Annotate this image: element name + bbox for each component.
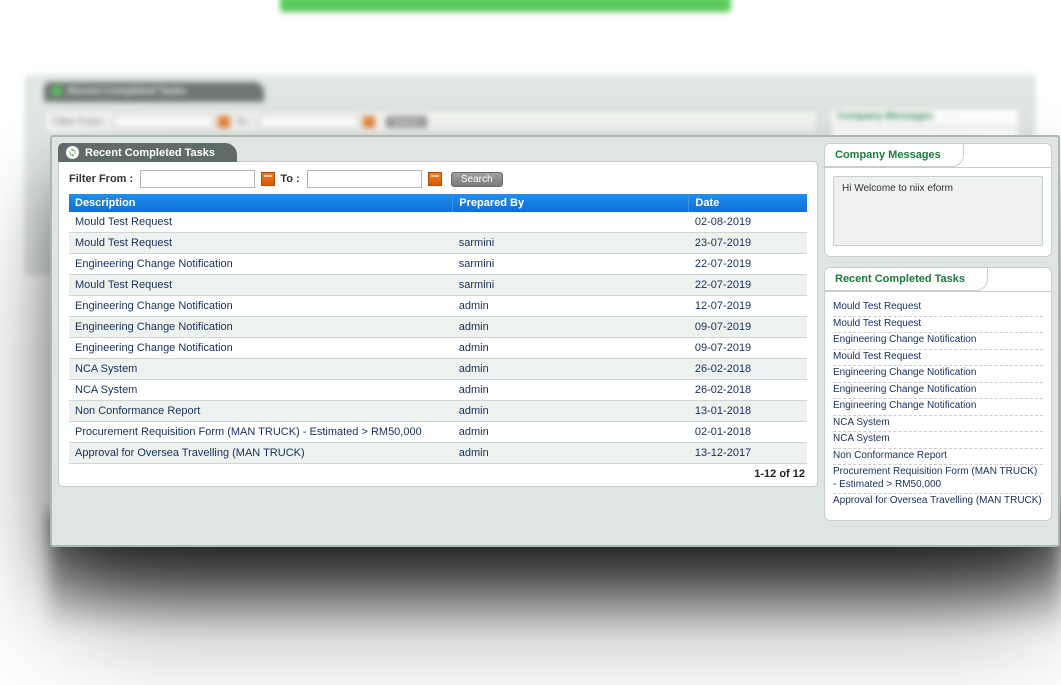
table-row: Engineering Change Notification sarmini22… [69, 254, 807, 275]
task-link[interactable]: Mould Test Request [75, 237, 172, 249]
table-row: Engineering Change Notification admin09-0… [69, 338, 807, 359]
list-item[interactable]: NCA System [833, 416, 1043, 433]
back-panel-tab: Recent Completed Tasks [44, 82, 264, 102]
task-prepared-by: sarmini [453, 233, 689, 254]
table-row: Mould Test Request 02-08-2019 [69, 212, 807, 233]
task-link[interactable]: NCA System [75, 384, 137, 396]
panel-tab-recent-completed: Recent Completed Tasks [58, 143, 237, 162]
pager: 1-12 of 12 [69, 464, 807, 480]
recent-tasks-list: Mould Test RequestMould Test RequestEngi… [833, 300, 1043, 510]
list-item[interactable]: Mould Test Request [833, 350, 1043, 367]
list-item[interactable]: Engineering Change Notification [833, 366, 1043, 383]
company-messages-title: Company Messages [825, 144, 964, 167]
table-row: Non Conformance Report admin13-01-2018 [69, 401, 807, 422]
table-row: Engineering Change Notification admin09-0… [69, 317, 807, 338]
task-link[interactable]: Engineering Change Notification [75, 342, 233, 354]
task-prepared-by: admin [453, 317, 689, 338]
filter-from-label: Filter From : [69, 173, 133, 185]
task-prepared-by: admin [453, 296, 689, 317]
task-prepared-by: admin [453, 359, 689, 380]
list-item[interactable]: Engineering Change Notification [833, 333, 1043, 350]
front-window: Recent Completed Tasks Filter From : To … [50, 135, 1060, 547]
task-link[interactable]: Engineering Change Notification [75, 258, 233, 270]
refresh-icon[interactable] [66, 146, 79, 159]
back-filter-row: Filter From : To : Search [44, 110, 818, 134]
task-prepared-by: sarmini [453, 275, 689, 296]
side-column: Company Messages Hi Welcome to niix efor… [824, 143, 1052, 531]
table-row: NCA System admin26-02-2018 [69, 380, 807, 401]
list-item[interactable]: Procurement Requisition Form (MAN TRUCK)… [833, 465, 1043, 494]
task-date: 13-12-2017 [689, 443, 807, 464]
task-link[interactable]: Procurement Requisition Form (MAN TRUCK)… [75, 426, 422, 438]
filter-row: Filter From : To : Search [69, 170, 807, 188]
calendar-from-icon[interactable] [261, 172, 275, 186]
search-button[interactable]: Search [451, 172, 503, 187]
panel-title: Recent Completed Tasks [85, 147, 215, 159]
col-date[interactable]: Date [689, 194, 807, 212]
task-date: 23-07-2019 [689, 233, 807, 254]
list-item[interactable]: Non Conformance Report [833, 449, 1043, 466]
task-link[interactable]: NCA System [75, 363, 137, 375]
task-date: 22-07-2019 [689, 254, 807, 275]
task-prepared-by: sarmini [453, 254, 689, 275]
table-row: Mould Test Request sarmini23-07-2019 [69, 233, 807, 254]
back-green-bar [280, 0, 731, 12]
table-row: Engineering Change Notification admin12-0… [69, 296, 807, 317]
task-date: 09-07-2019 [689, 338, 807, 359]
task-link[interactable]: Engineering Change Notification [75, 321, 233, 333]
table-row: Approval for Oversea Travelling (MAN TRU… [69, 443, 807, 464]
table-row: Procurement Requisition Form (MAN TRUCK)… [69, 422, 807, 443]
task-date: 26-02-2018 [689, 380, 807, 401]
task-link[interactable]: Non Conformance Report [75, 405, 200, 417]
filter-to-label: To : [280, 173, 299, 185]
company-messages-card: Company Messages Hi Welcome to niix efor… [824, 143, 1052, 257]
task-date: 09-07-2019 [689, 317, 807, 338]
task-prepared-by [453, 212, 689, 233]
task-link[interactable]: Approval for Oversea Travelling (MAN TRU… [75, 447, 305, 459]
task-prepared-by: admin [453, 422, 689, 443]
task-prepared-by: admin [453, 380, 689, 401]
company-messages-body: Hi Welcome to niix eform [833, 176, 1043, 246]
recent-tasks-card: Recent Completed Tasks Mould Test Reques… [824, 267, 1052, 521]
calendar-to-icon[interactable] [428, 172, 442, 186]
task-prepared-by: admin [453, 401, 689, 422]
col-prepared-by[interactable]: Prepared By [453, 194, 689, 212]
tasks-table: Description Prepared By Date Mould Test … [69, 194, 807, 464]
task-link[interactable]: Engineering Change Notification [75, 300, 233, 312]
task-date: 26-02-2018 [689, 359, 807, 380]
task-prepared-by: admin [453, 443, 689, 464]
task-link[interactable]: Mould Test Request [75, 216, 172, 228]
task-date: 02-08-2019 [689, 212, 807, 233]
panel-body: Filter From : To : Search Description Pr… [58, 161, 818, 487]
recent-tasks-title: Recent Completed Tasks [825, 268, 988, 291]
list-item[interactable]: Mould Test Request [833, 300, 1043, 317]
filter-from-input[interactable] [140, 170, 255, 188]
table-row: NCA System admin26-02-2018 [69, 359, 807, 380]
task-date: 22-07-2019 [689, 275, 807, 296]
list-item[interactable]: Mould Test Request [833, 317, 1043, 334]
task-date: 12-07-2019 [689, 296, 807, 317]
table-row: Mould Test Request sarmini22-07-2019 [69, 275, 807, 296]
main-column: Recent Completed Tasks Filter From : To … [58, 143, 818, 487]
list-item[interactable]: Engineering Change Notification [833, 383, 1043, 400]
task-link[interactable]: Mould Test Request [75, 279, 172, 291]
list-item[interactable]: Engineering Change Notification [833, 399, 1043, 416]
filter-to-input[interactable] [307, 170, 422, 188]
col-description[interactable]: Description [69, 194, 453, 212]
list-item[interactable]: NCA System [833, 432, 1043, 449]
list-item[interactable]: Approval for Oversea Travelling (MAN TRU… [833, 494, 1043, 510]
task-date: 02-01-2018 [689, 422, 807, 443]
task-date: 13-01-2018 [689, 401, 807, 422]
task-prepared-by: admin [453, 338, 689, 359]
